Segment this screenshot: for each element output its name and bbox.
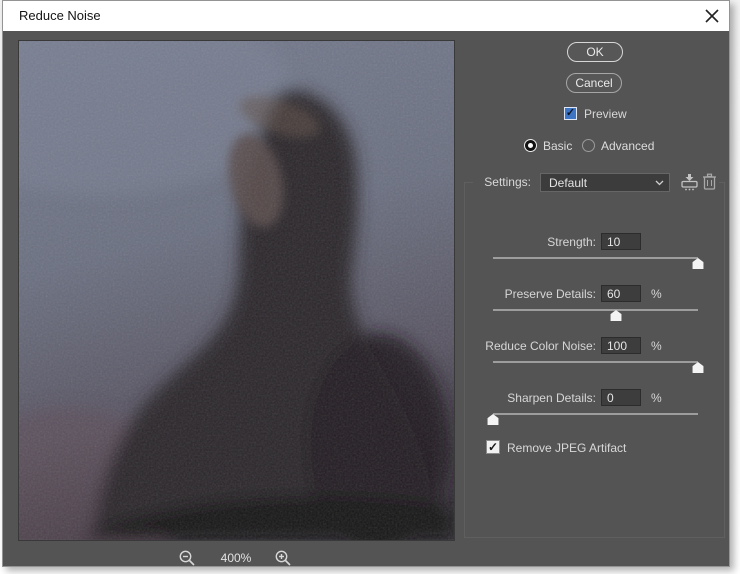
- reduce-noise-dialog: Reduce Noise: [2, 0, 730, 567]
- save-preset-button[interactable]: [679, 172, 700, 192]
- radio-advanced-label: Advanced: [601, 139, 654, 153]
- noisy-portrait-image: [19, 41, 454, 540]
- remove-jpeg-artifact-label: Remove JPEG Artifact: [507, 441, 626, 455]
- trash-icon: [702, 172, 717, 192]
- preserve-details-slider-thumb[interactable]: [610, 310, 623, 321]
- preview-checkbox[interactable]: ✓: [564, 107, 577, 120]
- title-bar[interactable]: Reduce Noise: [3, 1, 729, 31]
- check-icon: ✓: [488, 441, 498, 453]
- strength-input[interactable]: [601, 233, 641, 250]
- slider-row-preserve-details: Preserve Details: %: [443, 285, 725, 327]
- cancel-button[interactable]: Cancel: [566, 73, 622, 93]
- sharpen-details-slider-track[interactable]: [493, 413, 698, 415]
- remove-jpeg-artifact-checkbox[interactable]: ✓: [486, 440, 500, 454]
- reduce-color-noise-slider-thumb[interactable]: [692, 362, 705, 373]
- save-preset-icon: [679, 172, 700, 192]
- check-icon: ✓: [566, 108, 575, 119]
- reduce-color-noise-unit: %: [651, 339, 662, 353]
- slider-row-strength: Strength:: [443, 233, 725, 275]
- ok-button[interactable]: OK: [567, 42, 623, 62]
- close-button[interactable]: [701, 5, 723, 27]
- preserve-details-unit: %: [651, 287, 662, 301]
- preserve-details-slider-track[interactable]: [493, 309, 698, 311]
- image-preview[interactable]: [18, 40, 455, 541]
- reduce-color-noise-slider-track[interactable]: [493, 361, 698, 363]
- preview-checkbox-label: Preview: [584, 107, 627, 121]
- settings-label: Settings:: [443, 175, 531, 189]
- slider-row-reduce-color-noise: Reduce Color Noise: %: [443, 337, 725, 379]
- dialog-title: Reduce Noise: [19, 1, 101, 31]
- zoom-level: 400%: [203, 551, 269, 565]
- zoom-in-icon: [274, 549, 292, 567]
- strength-label: Strength:: [443, 235, 596, 249]
- settings-dropdown[interactable]: Default: [540, 173, 670, 192]
- preserve-details-input[interactable]: [601, 285, 641, 302]
- sharpen-details-label: Sharpen Details:: [443, 391, 596, 405]
- radio-basic[interactable]: [524, 139, 537, 152]
- preserve-details-label: Preserve Details:: [443, 287, 596, 301]
- sharpen-details-input[interactable]: [601, 389, 641, 406]
- chevron-down-icon: [655, 180, 669, 186]
- strength-slider-thumb[interactable]: [692, 258, 705, 269]
- close-icon: [705, 9, 719, 23]
- sharpen-details-slider-thumb[interactable]: [487, 414, 500, 425]
- delete-preset-button[interactable]: [702, 172, 717, 192]
- strength-slider-track[interactable]: [493, 257, 698, 259]
- zoom-out-icon: [178, 549, 196, 567]
- settings-dropdown-value: Default: [541, 176, 655, 190]
- sharpen-details-unit: %: [651, 391, 662, 405]
- zoom-out-button[interactable]: [178, 549, 196, 567]
- reduce-color-noise-input[interactable]: [601, 337, 641, 354]
- reduce-color-noise-label: Reduce Color Noise:: [443, 339, 596, 353]
- radio-advanced[interactable]: [582, 139, 595, 152]
- zoom-in-button[interactable]: [274, 549, 292, 567]
- radio-basic-label: Basic: [543, 139, 572, 153]
- slider-row-sharpen-details: Sharpen Details: %: [443, 389, 725, 431]
